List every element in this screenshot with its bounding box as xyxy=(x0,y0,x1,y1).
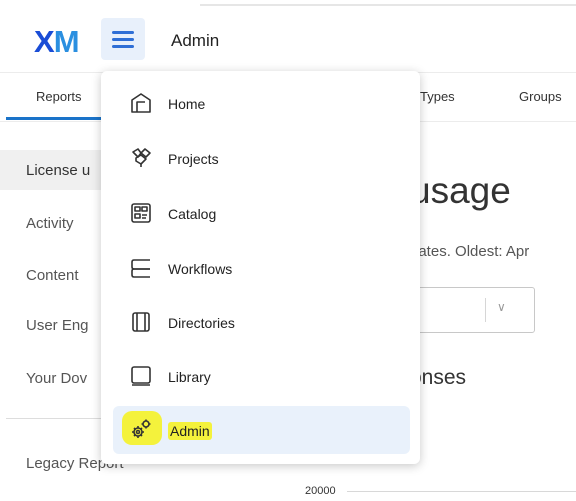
sidebar-item-label: Your Dov xyxy=(26,370,88,387)
select-separator xyxy=(485,298,486,322)
sidebar-item-label: License u xyxy=(26,162,91,179)
menu-item-label: Home xyxy=(168,96,206,112)
projects-icon xyxy=(129,146,153,170)
tab-groups[interactable]: Groups xyxy=(519,89,562,104)
catalog-icon xyxy=(129,201,153,225)
page-title: usage xyxy=(410,170,511,211)
menu-item-label: Library xyxy=(168,369,211,385)
sidebar-item-label: Activity xyxy=(26,215,74,232)
sidebar-item-label: Content xyxy=(26,267,79,284)
sidebar-divider xyxy=(6,418,106,419)
top-bar: XM Admin xyxy=(0,0,576,72)
menu-item-label: Directories xyxy=(168,315,235,331)
menu-item-label: Catalog xyxy=(168,206,217,222)
menu-item-catalog[interactable]: Catalog xyxy=(113,190,410,238)
date-range-subtitle: dates. Oldest: Apr xyxy=(410,243,530,260)
sidebar-item-label: User Eng xyxy=(26,317,89,334)
menu-item-library[interactable]: Library xyxy=(113,353,410,401)
chart-gridline xyxy=(347,491,576,492)
hamburger-icon-line xyxy=(112,38,134,41)
menu-item-directories[interactable]: Directories xyxy=(113,299,410,347)
navigation-menu: Home Projects Catalog Workflows Director… xyxy=(101,71,420,464)
home-icon xyxy=(129,91,153,115)
menu-item-label: Admin xyxy=(168,422,212,440)
chevron-down-icon: ∨ xyxy=(497,300,506,314)
menu-item-admin[interactable]: Admin xyxy=(113,406,410,454)
top-edge-divider xyxy=(200,4,576,6)
date-select[interactable]: ∨ xyxy=(400,287,535,333)
menu-item-workflows[interactable]: Workflows xyxy=(113,245,410,293)
active-tab-indicator xyxy=(6,117,104,120)
library-icon xyxy=(129,364,153,388)
menu-item-label: Projects xyxy=(168,151,219,167)
menu-item-label: Workflows xyxy=(168,261,233,277)
directories-icon xyxy=(129,310,153,334)
hamburger-icon-line xyxy=(112,31,134,34)
xm-logo[interactable]: XM xyxy=(34,24,80,60)
hamburger-icon-line xyxy=(112,45,134,48)
menu-item-projects[interactable]: Projects xyxy=(113,135,410,183)
main-menu-button[interactable] xyxy=(101,18,145,60)
tab-types[interactable]: Types xyxy=(420,89,455,104)
tab-reports[interactable]: Reports xyxy=(36,89,82,104)
admin-gear-icon xyxy=(129,417,153,441)
y-axis-tick-label: 20000 xyxy=(305,485,336,497)
workflows-icon xyxy=(129,256,153,280)
menu-item-home[interactable]: Home xyxy=(113,80,410,128)
app-title: Admin xyxy=(171,31,220,50)
